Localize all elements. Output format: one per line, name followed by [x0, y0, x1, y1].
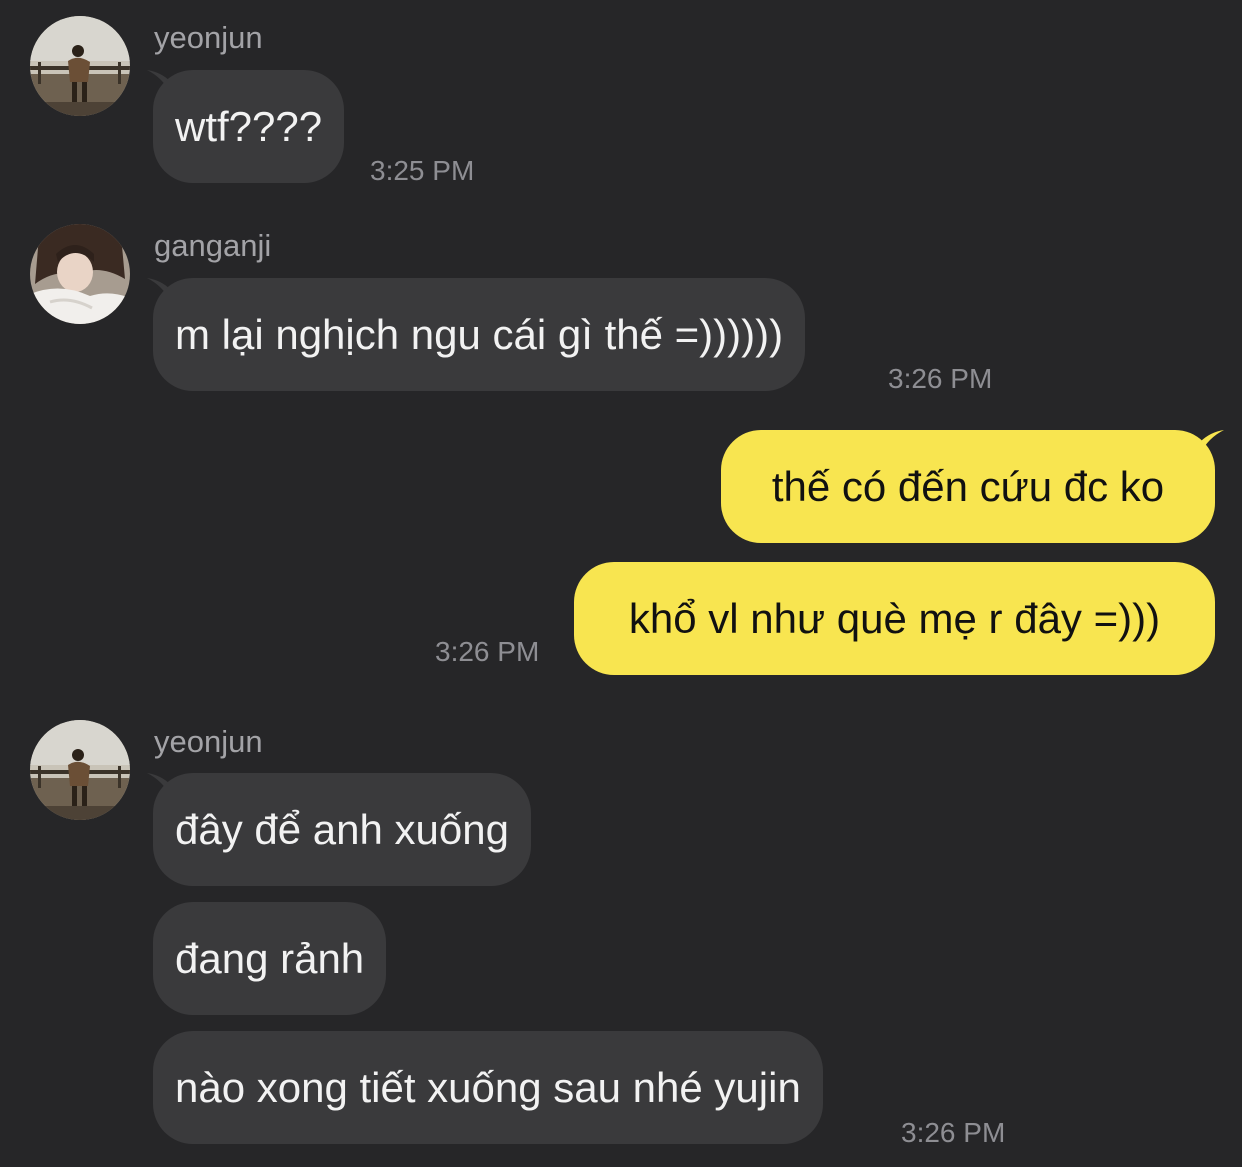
message-timestamp: 3:26 PM: [901, 1117, 1006, 1148]
message-bubble-outgoing[interactable]: khổ vl như què mẹ r đây =))): [574, 562, 1215, 675]
message-text: đang rảnh: [175, 935, 365, 982]
message-timestamp: 3:26 PM: [435, 636, 540, 667]
message-text: m lại nghịch ngu cái gì thế =)))))): [175, 311, 784, 358]
message-text: wtf????: [175, 103, 323, 150]
message-text: nào xong tiết xuống sau nhé yujin: [175, 1064, 801, 1111]
message-text: thế có đến cứu đc ko: [771, 463, 1165, 510]
sender-name: yeonjun: [154, 20, 263, 55]
message-bubble-incoming[interactable]: m lại nghịch ngu cái gì thế =)))))): [153, 278, 806, 391]
avatar-ganganji[interactable]: [30, 224, 130, 324]
avatar-yeonjun[interactable]: [30, 16, 130, 116]
avatar-ganganji-photo-icon: [30, 224, 130, 324]
message-bubble-outgoing[interactable]: thế có đến cứu đc ko: [721, 430, 1215, 543]
message-bubble-incoming[interactable]: đây để anh xuống: [153, 773, 531, 886]
message-bubble-incoming[interactable]: wtf????: [153, 70, 345, 183]
message-text: đây để anh xuống: [175, 806, 509, 853]
message-timestamp: 3:25 PM: [370, 155, 475, 186]
message-bubble-incoming[interactable]: đang rảnh: [153, 902, 387, 1015]
sender-name: ganganji: [154, 228, 272, 263]
message-bubble-incoming[interactable]: nào xong tiết xuống sau nhé yujin: [153, 1031, 823, 1144]
sender-name: yeonjun: [154, 724, 263, 759]
message-text: khổ vl như què mẹ r đây =))): [628, 595, 1161, 642]
message-timestamp: 3:26 PM: [888, 363, 993, 394]
avatar-yeonjun-photo-icon: [30, 720, 130, 820]
avatar-yeonjun-photo-icon: [30, 16, 130, 116]
avatar-yeonjun[interactable]: [30, 720, 130, 820]
